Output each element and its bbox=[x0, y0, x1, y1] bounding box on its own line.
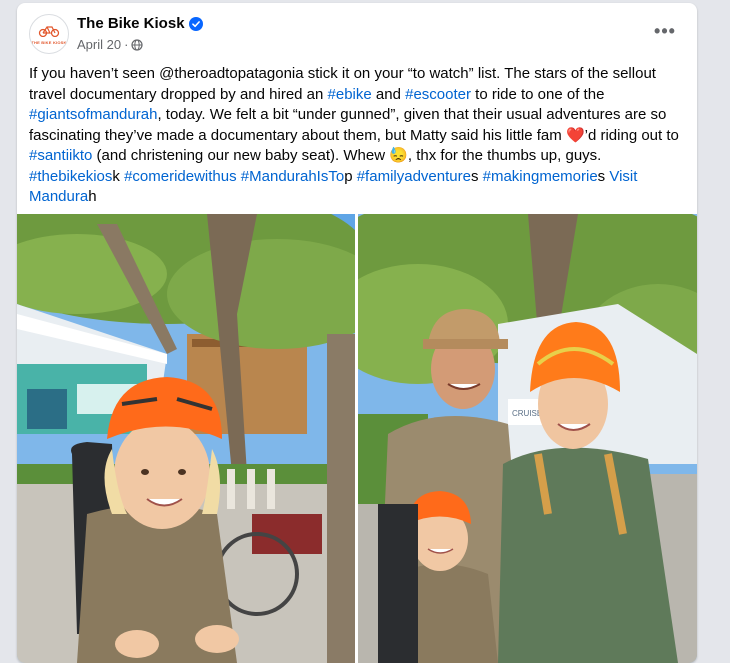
logo-text: THE BIKE KIOSK bbox=[31, 40, 67, 45]
post-header: THE BIKE KIOSK The Bike Kiosk April 20 · … bbox=[29, 14, 685, 58]
hashtag-link-familyadventures[interactable]: #familyadventure bbox=[357, 168, 471, 185]
bike-logo-icon bbox=[38, 26, 60, 37]
post-meta: April 20 · bbox=[77, 36, 144, 54]
post-text-segment: s bbox=[597, 167, 610, 185]
post-text-segment: and bbox=[371, 85, 406, 103]
photo-grid: CRUISES bbox=[17, 214, 697, 663]
heart-emoji-icon: ❤️ bbox=[565, 126, 585, 144]
post-text-segment: s bbox=[470, 167, 483, 185]
post-text-segment: k bbox=[112, 167, 125, 185]
post-date-link[interactable]: April 20 bbox=[77, 37, 121, 52]
child-on-bike-seat-photo[interactable] bbox=[17, 214, 355, 663]
hashtag-link-santiikto[interactable]: #santiikto bbox=[29, 147, 92, 164]
meta-separator: · bbox=[124, 37, 129, 52]
hashtag-link-comeridewithus[interactable]: #comeridewithus bbox=[124, 168, 237, 185]
hashtag-link-mandurahistop[interactable]: #MandurahIsTo bbox=[241, 168, 344, 185]
post-text-segment: p bbox=[344, 167, 357, 185]
family-portrait-image: CRUISES bbox=[358, 214, 697, 663]
hashtag-link-escooter[interactable]: #escooter bbox=[405, 86, 471, 103]
page-avatar[interactable]: THE BIKE KIOSK bbox=[29, 14, 69, 54]
more-options-icon: ••• bbox=[654, 20, 676, 41]
verified-badge-icon bbox=[189, 17, 203, 31]
page-name-link[interactable]: The Bike Kiosk bbox=[77, 14, 185, 34]
child-on-bike-seat-image bbox=[17, 214, 355, 663]
sweat-emoji-icon: 😓 bbox=[389, 147, 408, 164]
hashtag-link-ebike[interactable]: #ebike bbox=[328, 86, 372, 103]
globe-icon[interactable] bbox=[131, 39, 144, 51]
hashtag-link-giantsofmandurah[interactable]: #giantsofmandurah bbox=[29, 106, 157, 123]
post-text-segment: , thx for the thumbs up, guys. bbox=[407, 147, 602, 164]
hashtag-link-thebikekiosk[interactable]: #thebikekios bbox=[29, 168, 112, 185]
post-text-segment: to ride to one of the bbox=[470, 85, 605, 103]
post-text-segment: (and christening our new baby seat). Whe… bbox=[92, 147, 390, 164]
post-text: If you haven’t seen @theroadtopatagonia … bbox=[29, 64, 689, 208]
post-text-segment: h bbox=[88, 188, 97, 205]
post-card: THE BIKE KIOSK The Bike Kiosk April 20 · … bbox=[17, 3, 697, 663]
family-portrait-photo[interactable]: CRUISES bbox=[358, 214, 697, 663]
more-options-button[interactable]: ••• bbox=[651, 20, 679, 48]
hashtag-link-makingmemories[interactable]: #makingmemorie bbox=[483, 168, 598, 185]
post-text-segment: ’d riding out to bbox=[584, 126, 679, 144]
